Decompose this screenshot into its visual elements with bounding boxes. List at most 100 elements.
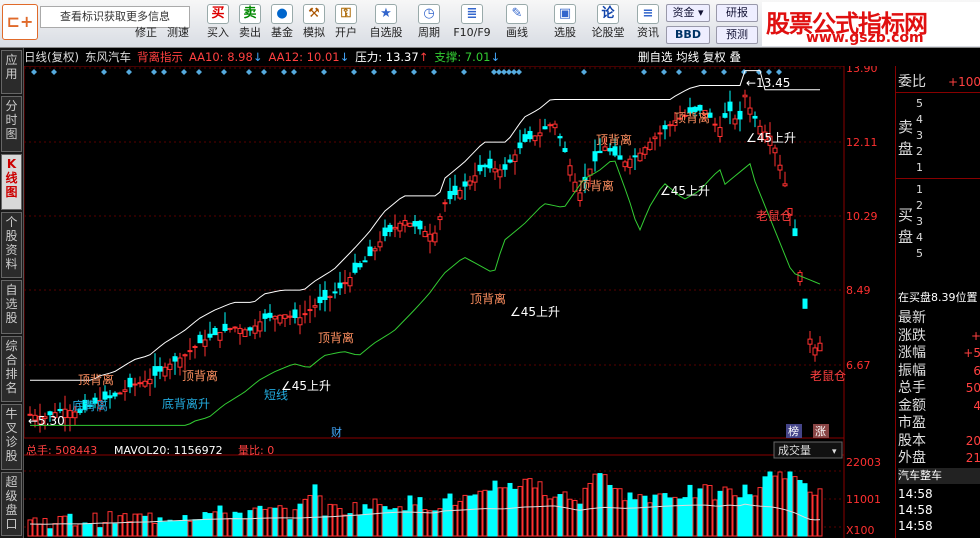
diamond-marker-icon xyxy=(161,69,167,75)
candle-body xyxy=(122,389,128,392)
volume-bar xyxy=(537,481,543,537)
diamond-marker-icon xyxy=(701,69,707,75)
volume-bar xyxy=(197,519,203,537)
quote-field-value: 20 xyxy=(965,433,980,448)
buy-button[interactable]: 买买入 xyxy=(204,4,232,44)
industry-label[interactable]: 汽车整车 xyxy=(898,468,980,484)
finance-badge[interactable]: 财 xyxy=(331,425,342,439)
tab-kline[interactable]: K线图 xyxy=(1,154,22,210)
volume-bar xyxy=(427,510,433,537)
diamond-marker-icon xyxy=(516,69,522,75)
tab-watchlist[interactable]: 自选股 xyxy=(1,280,22,334)
candle-body xyxy=(242,329,248,338)
candle-body xyxy=(377,241,383,248)
volume-bar xyxy=(167,519,173,537)
volume-bar xyxy=(312,484,318,537)
forecast-button[interactable]: 预测 xyxy=(716,26,758,44)
candle-body xyxy=(532,135,538,142)
period-button[interactable]: ◷ 周期 xyxy=(414,4,444,44)
weibi-value: +100 xyxy=(948,75,980,89)
draw-line-label: 画线 xyxy=(506,26,528,39)
open-account-button[interactable]: ⚿ 开户 xyxy=(332,4,360,44)
volume-bar xyxy=(207,513,213,537)
candle-body xyxy=(232,326,238,329)
tab-level2[interactable]: 超级盘口 xyxy=(1,472,22,536)
price-tick-3: 10.29 xyxy=(846,210,878,223)
volume-bar xyxy=(752,495,758,537)
bottom-divergence-rise-label: 底背离升 xyxy=(162,396,210,411)
volume-bar xyxy=(282,507,288,537)
diamond-marker-icon xyxy=(431,69,437,75)
volume-bar xyxy=(142,515,148,537)
bbd-button[interactable]: BBD xyxy=(666,26,710,44)
forum-button[interactable]: 论论股堂 xyxy=(588,4,628,44)
volume-bar xyxy=(397,506,403,537)
price-tick-4: 8.49 xyxy=(846,284,871,297)
candle-body xyxy=(772,147,778,154)
candle-body xyxy=(352,262,358,273)
volume-bar xyxy=(622,500,628,537)
position-text: 在买盘8.39位置 xyxy=(898,291,978,304)
tab-ranking[interactable]: 综合排名 xyxy=(1,336,22,402)
ma-toggle-button[interactable]: 均线 xyxy=(676,50,699,64)
fund-label: 基金 xyxy=(271,26,293,39)
volume-bar xyxy=(702,484,708,537)
volume-bar xyxy=(517,485,523,537)
candle-body xyxy=(147,378,153,385)
buy-icon: 买 xyxy=(207,4,229,24)
volume-bar xyxy=(227,518,233,537)
candle-body xyxy=(282,314,288,319)
candle-body xyxy=(297,317,303,326)
volume-bar xyxy=(42,518,48,537)
volume-bar xyxy=(402,510,408,537)
indicator-name[interactable]: 背离指示 xyxy=(137,50,183,64)
tab-diagnosis[interactable]: 牛叉诊股 xyxy=(1,404,22,470)
candle-body xyxy=(697,104,703,111)
tab-stock-profile[interactable]: 个股资料 xyxy=(1,212,22,278)
kline-chart[interactable]: 顶背离 顶背离顶背离顶背离顶背离顶背离顶背离底背离 底背离升短线∠45上升∠45上升… xyxy=(24,66,896,538)
news-icon: ≡ xyxy=(637,4,659,24)
funds-dropdown[interactable]: 资金 ▾ xyxy=(666,4,710,22)
volume-bar xyxy=(672,496,678,537)
diamond-marker-icon xyxy=(371,69,377,75)
candle-body xyxy=(292,309,298,318)
news-button[interactable]: ≡ 资讯 xyxy=(634,4,662,44)
volume-bar xyxy=(257,505,263,537)
tab-apps[interactable]: 应用 xyxy=(1,50,22,94)
remove-watchlist-button[interactable]: 删自选 xyxy=(638,50,673,64)
fund-button[interactable]: ● 基金 xyxy=(268,4,296,44)
draw-line-button[interactable]: ✎ 画线 xyxy=(502,4,532,44)
volume-bar xyxy=(667,497,673,537)
volume-bar xyxy=(412,504,418,537)
adjust-button[interactable]: 复权 xyxy=(703,50,726,64)
watchlist-button[interactable]: ★ 自选股 xyxy=(366,4,406,44)
candle-body xyxy=(402,220,408,226)
research-button[interactable]: 研报 xyxy=(716,4,758,22)
candle-body xyxy=(547,124,553,127)
total-volume-label: 总手: 508443 xyxy=(26,443,97,457)
bracket-logo-icon[interactable]: ⊏+ xyxy=(2,4,38,40)
quote-field-row: 总手 50 xyxy=(898,380,980,396)
candle-body xyxy=(497,169,503,178)
volume-bar xyxy=(722,486,728,537)
pen-icon: ✎ xyxy=(506,4,528,24)
candle-body xyxy=(437,216,443,221)
volume-bar xyxy=(737,497,743,537)
simulate-button[interactable]: ⚒ 模拟 xyxy=(300,4,328,44)
sell-button[interactable]: 卖卖出 xyxy=(236,4,264,44)
candle-body xyxy=(777,164,783,171)
top-divergence-label: 顶背离 xyxy=(674,110,710,125)
f10-button[interactable]: ≣ F10/F9 xyxy=(452,4,492,44)
volume-bar xyxy=(732,495,738,537)
quote-field-label: 总手 xyxy=(898,380,926,396)
candle-body xyxy=(752,115,758,119)
top-divergence-label: 顶背离 xyxy=(318,330,354,345)
candle-body xyxy=(342,282,348,285)
overlay-button[interactable]: 叠 xyxy=(729,50,741,64)
tab-timeshare[interactable]: 分时图 xyxy=(1,96,22,152)
candle-body xyxy=(432,232,438,243)
candle-body xyxy=(127,377,133,388)
period-label[interactable]: 日线(复权) xyxy=(24,50,79,64)
diamond-marker-icon xyxy=(461,69,467,75)
stock-picker-button[interactable]: ▣ 选股 xyxy=(550,4,580,44)
